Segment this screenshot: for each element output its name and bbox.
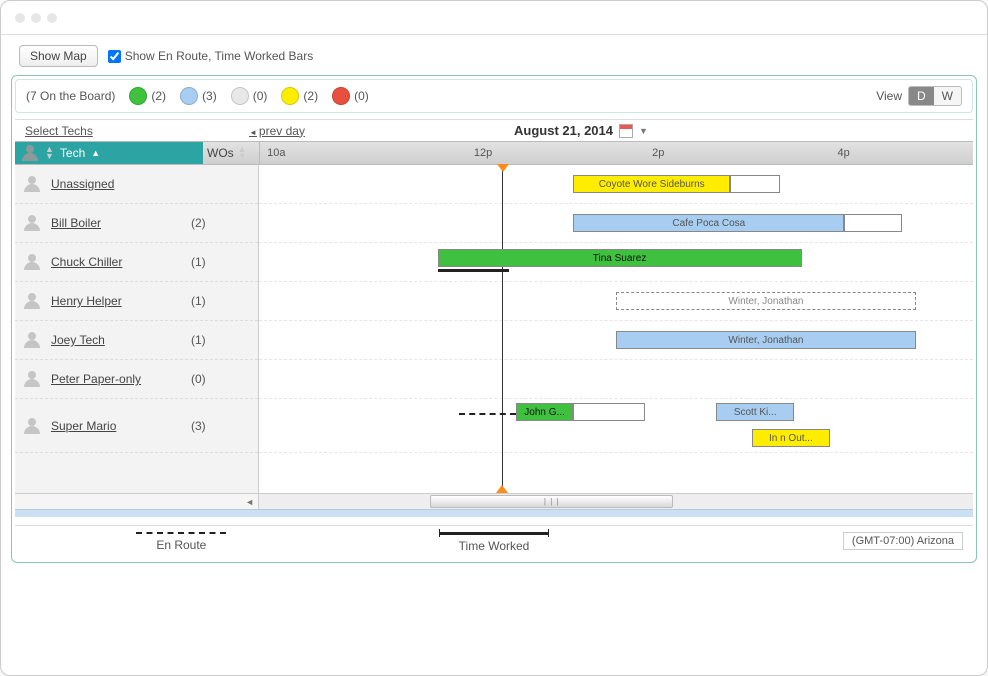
task-block[interactable]: Tina Suarez <box>438 249 802 267</box>
status-grey[interactable]: (0) <box>231 87 268 105</box>
footer-accent-bar <box>15 509 973 517</box>
now-marker-top <box>497 164 509 172</box>
status-dot-green <box>129 87 147 105</box>
timeline-body[interactable]: Coyote Wore Sideburns Cafe Poca Cosa Tin… <box>259 165 973 493</box>
en-route-line-icon <box>136 532 226 534</box>
board-count-label: (7 On the Board) <box>26 89 115 103</box>
view-toggle: View D W <box>876 86 962 106</box>
timeline-header: 10a 12p 2p 4p <box>259 142 973 164</box>
legend-bar: (7 On the Board) (2) (3) (0) (2) (0) Vie… <box>15 79 973 113</box>
top-toolbar: Show Map Show En Route, Time Worked Bars <box>11 41 977 75</box>
scroll-thumb[interactable]: | | | <box>430 495 673 508</box>
app-window: Show Map Show En Route, Time Worked Bars… <box>0 0 988 676</box>
timeline-row: Coyote Wore Sideburns <box>259 165 973 204</box>
window-dot <box>47 13 57 23</box>
window-titlebar <box>1 1 987 35</box>
task-block[interactable]: In n Out... <box>752 429 831 447</box>
tech-row[interactable]: Super Mario(3) <box>15 399 258 453</box>
timeline-row: Winter, Jonathan <box>259 321 973 360</box>
view-week[interactable]: W <box>934 87 961 105</box>
current-date: August 21, 2014 ▼ <box>514 123 648 138</box>
status-dot-yellow <box>281 87 299 105</box>
legend-en-route: En Route <box>25 532 338 553</box>
person-icon <box>23 371 41 387</box>
window-dot <box>15 13 25 23</box>
show-bars-checkbox-row[interactable]: Show En Route, Time Worked Bars <box>108 49 314 63</box>
prev-day-link[interactable]: prev day <box>249 124 305 138</box>
status-green[interactable]: (2) <box>129 87 166 105</box>
timeline-row: John G... Scott Ki... In n Out... <box>259 399 973 453</box>
tech-row[interactable]: Peter Paper-only(0) <box>15 360 258 399</box>
date-nav-row: Select Techs prev day August 21, 2014 ▼ <box>15 119 973 141</box>
tech-row[interactable]: Henry Helper(1) <box>15 282 258 321</box>
person-icon <box>23 215 41 231</box>
legend-footer: En Route Time Worked (GMT-07:00) Arizona <box>15 525 973 559</box>
show-bars-checkbox[interactable] <box>108 50 121 63</box>
tech-row[interactable]: Chuck Chiller(1) <box>15 243 258 282</box>
time-worked-bar <box>438 269 509 272</box>
view-day[interactable]: D <box>909 87 934 105</box>
dispatch-panel: (7 On the Board) (2) (3) (0) (2) (0) Vie… <box>11 75 977 563</box>
time-tick: 4p <box>838 147 850 159</box>
tech-row[interactable]: Joey Tech(1) <box>15 321 258 360</box>
chevron-down-icon[interactable]: ▼ <box>639 126 648 136</box>
time-worked-line-icon <box>439 532 549 535</box>
timeline-row: Cafe Poca Cosa <box>259 204 973 243</box>
person-icon <box>23 254 41 270</box>
legend-left: (7 On the Board) (2) (3) (0) (2) (0) <box>26 87 369 105</box>
col-header-tech[interactable]: ▲▼ Tech ▲ <box>15 142 203 164</box>
select-techs-link[interactable]: Select Techs <box>15 124 193 138</box>
task-block[interactable]: Scott Ki... <box>716 403 795 421</box>
status-yellow[interactable]: (2) <box>281 87 318 105</box>
status-red[interactable]: (0) <box>332 87 369 105</box>
show-bars-label: Show En Route, Time Worked Bars <box>125 49 314 63</box>
legend-time-worked: Time Worked <box>338 532 651 553</box>
window-dot <box>31 13 41 23</box>
task-extension[interactable] <box>730 175 780 193</box>
person-icon <box>23 418 41 434</box>
sort-icon: ▲▼ <box>238 146 247 160</box>
task-block[interactable]: Coyote Wore Sideburns <box>573 175 730 193</box>
task-extension[interactable] <box>573 403 644 421</box>
status-dot-red <box>332 87 350 105</box>
time-tick: 12p <box>474 147 492 159</box>
show-map-button[interactable]: Show Map <box>19 45 98 67</box>
timeline-row: Tina Suarez <box>259 243 973 282</box>
calendar-icon[interactable] <box>619 124 633 138</box>
timeline-row: Winter, Jonathan <box>259 282 973 321</box>
task-block-dashed[interactable]: Winter, Jonathan <box>616 292 916 310</box>
status-blue[interactable]: (3) <box>180 87 217 105</box>
task-block[interactable]: John G... <box>516 403 573 421</box>
status-dot-grey <box>231 87 249 105</box>
content-area: Show Map Show En Route, Time Worked Bars… <box>1 35 987 573</box>
now-line <box>502 165 503 493</box>
task-extension[interactable] <box>844 214 901 232</box>
time-tick: 2p <box>652 147 664 159</box>
col-header-wos[interactable]: WOs ▲▼ <box>203 142 259 164</box>
en-route-bar <box>459 413 516 415</box>
person-icon <box>23 176 41 192</box>
tech-list: Unassigned Bill Boiler(2) Chuck Chiller(… <box>15 165 259 493</box>
timezone-display: (GMT-07:00) Arizona <box>650 532 963 553</box>
horizontal-scrollbar: ◄ | | | <box>15 493 973 509</box>
scroll-left-arrow[interactable]: ◄ <box>15 494 259 509</box>
view-label: View <box>876 89 902 103</box>
sort-icon: ▲▼ <box>45 146 54 160</box>
person-icon <box>21 145 39 161</box>
grid-body: Unassigned Bill Boiler(2) Chuck Chiller(… <box>15 165 973 493</box>
task-block[interactable]: Winter, Jonathan <box>616 331 916 349</box>
scroll-track[interactable]: | | | <box>259 494 973 509</box>
status-dot-blue <box>180 87 198 105</box>
view-segmented: D W <box>908 86 962 106</box>
sort-asc-icon: ▲ <box>91 148 100 158</box>
grid-header: ▲▼ Tech ▲ WOs ▲▼ 10a 12p 2p 4p <box>15 141 973 165</box>
now-marker-bottom <box>496 485 508 493</box>
person-icon <box>23 293 41 309</box>
timeline-row <box>259 360 973 399</box>
tech-row-unassigned[interactable]: Unassigned <box>15 165 258 204</box>
task-block[interactable]: Cafe Poca Cosa <box>573 214 844 232</box>
time-tick: 10a <box>267 147 285 159</box>
tech-row[interactable]: Bill Boiler(2) <box>15 204 258 243</box>
person-icon <box>23 332 41 348</box>
